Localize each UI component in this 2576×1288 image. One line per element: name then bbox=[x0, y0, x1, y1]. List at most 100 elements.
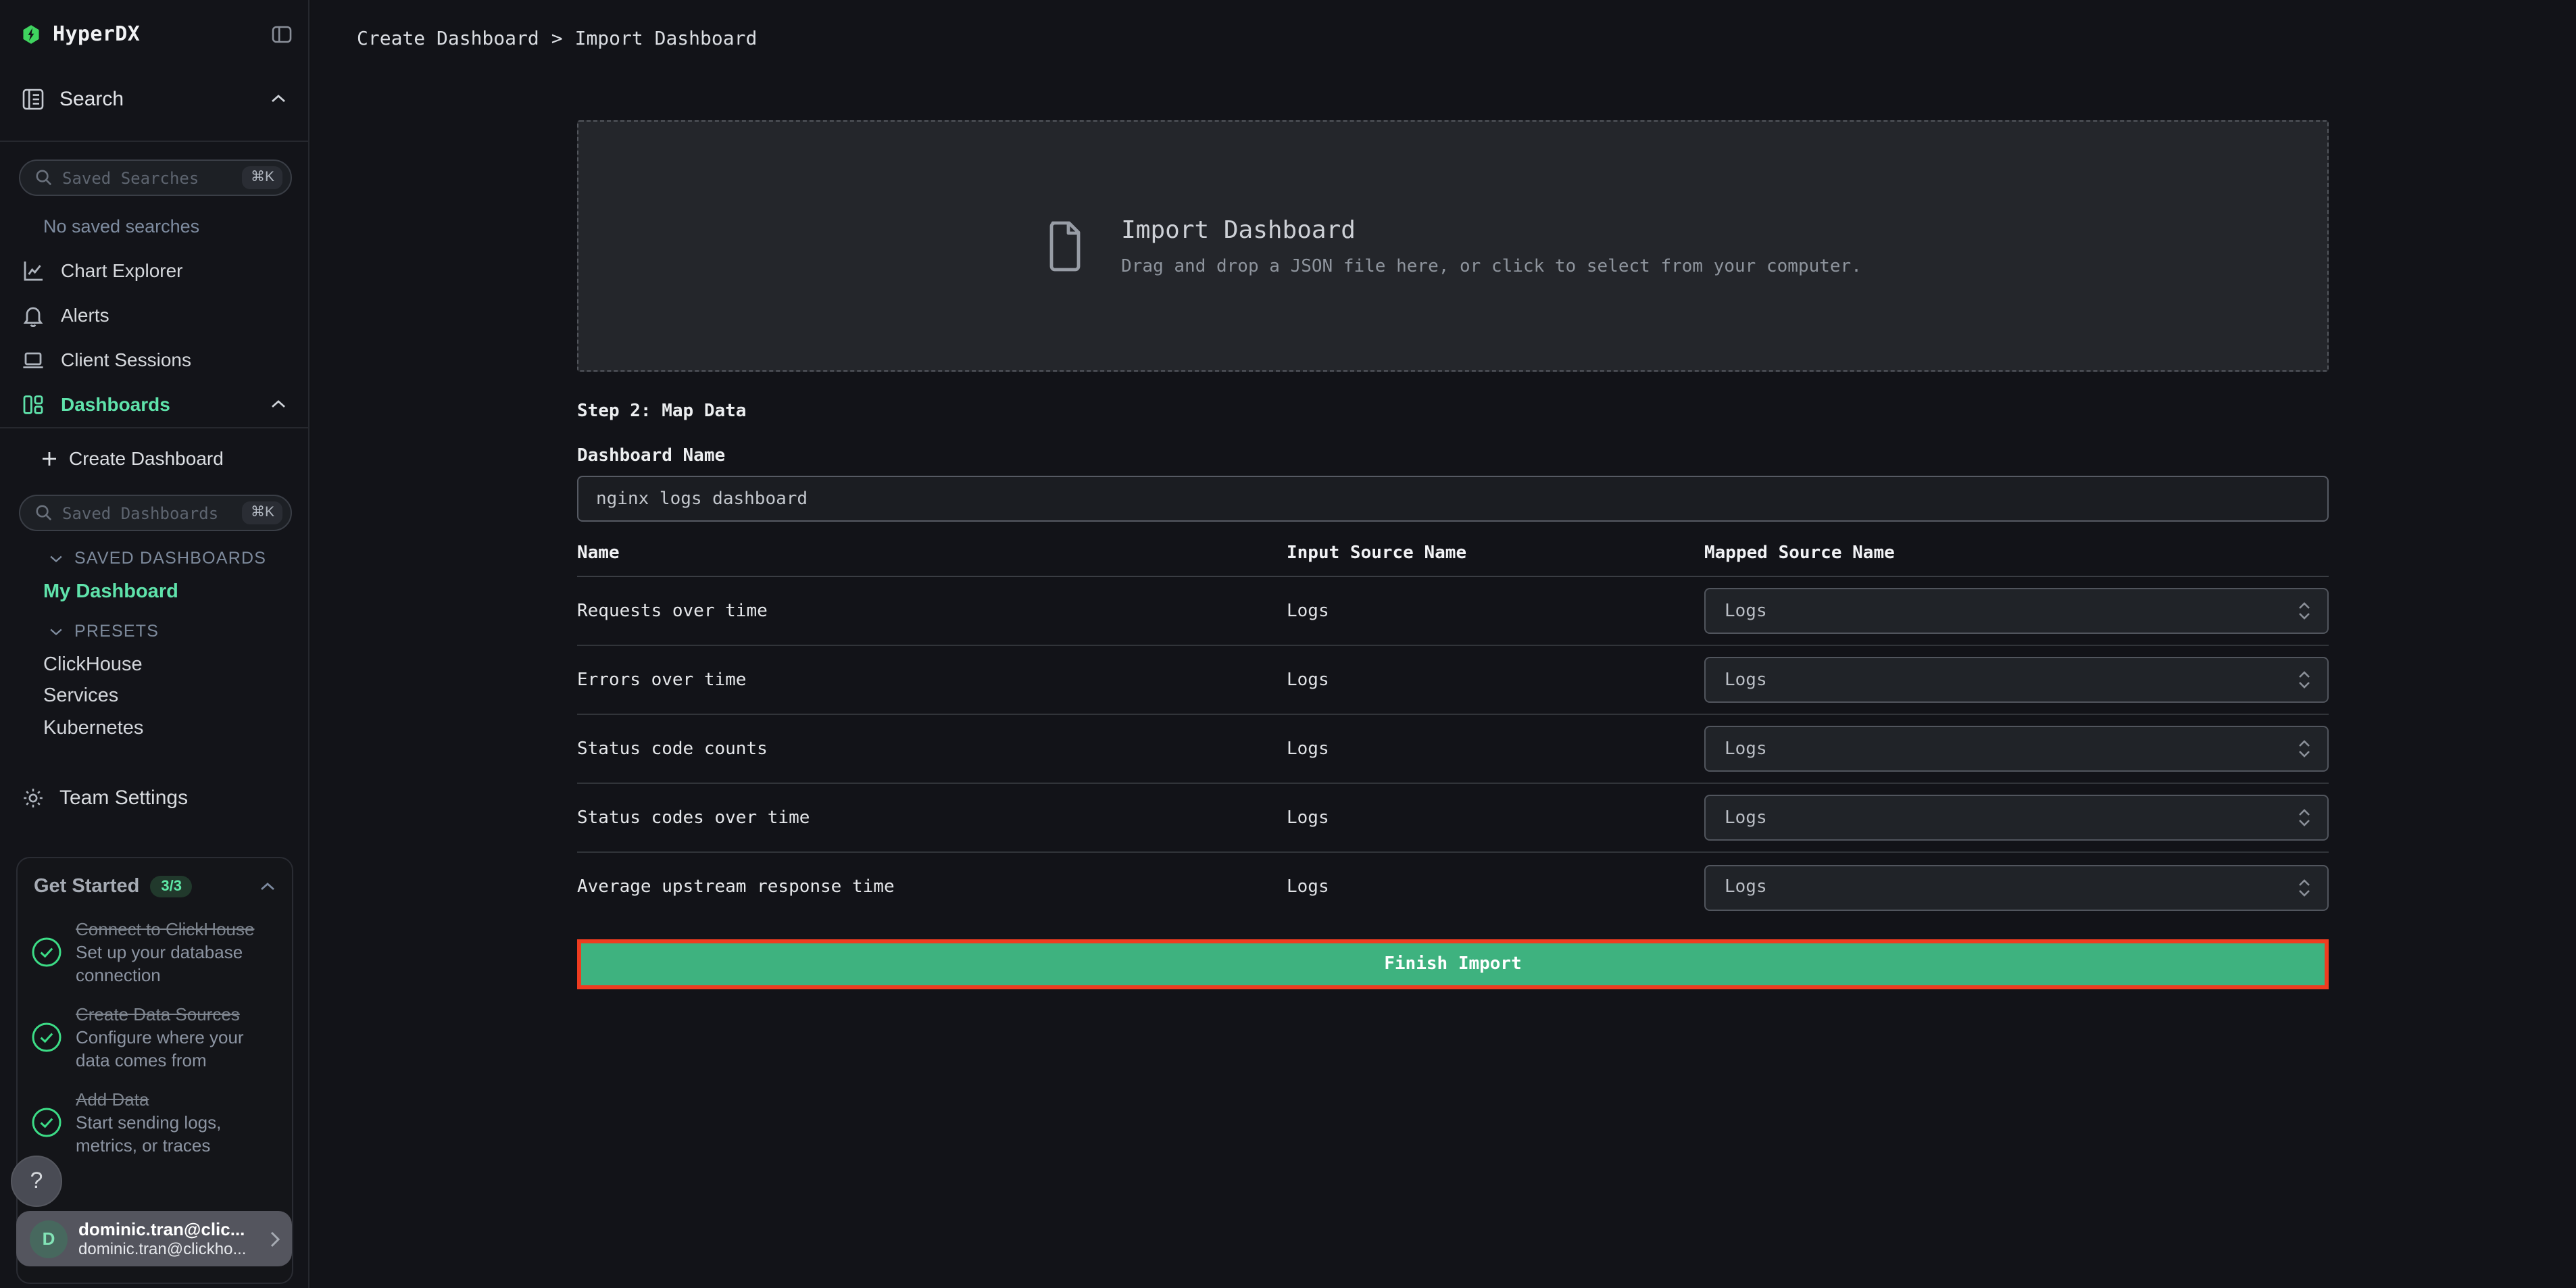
chevron-right-icon bbox=[269, 1229, 281, 1248]
get-started-item[interactable]: Create Data Sources Configure where your… bbox=[31, 1003, 278, 1073]
divider bbox=[0, 427, 308, 428]
chevron-up-icon bbox=[259, 881, 276, 892]
breadcrumb: Create Dashboard > Import Dashboard bbox=[357, 28, 757, 50]
main-area: Create Dashboard > Import Dashboard Impo… bbox=[311, 0, 2576, 1288]
chevron-up-icon bbox=[270, 93, 287, 104]
dropzone-description: Drag and drop a JSON file here, or click… bbox=[1121, 256, 1862, 276]
row-input-source: Logs bbox=[1287, 877, 1704, 897]
sidebar-collapse-button[interactable] bbox=[272, 25, 292, 43]
column-header-mapped-source: Mapped Source Name bbox=[1704, 543, 2329, 564]
row-name: Average upstream response time bbox=[577, 877, 1287, 897]
sidebar-item-label: Client Sessions bbox=[61, 349, 191, 370]
row-input-source: Logs bbox=[1287, 601, 1704, 621]
row-input-source: Logs bbox=[1287, 670, 1704, 690]
get-started-item-desc: Set up your database connection bbox=[76, 942, 273, 988]
selected-value: Logs bbox=[1725, 601, 2298, 621]
sidebar-item-label: Chart Explorer bbox=[61, 259, 183, 281]
team-settings-label: Team Settings bbox=[59, 786, 188, 809]
sidebar-item-alerts[interactable]: Alerts bbox=[0, 296, 308, 334]
sidebar-item-dashboards[interactable]: Dashboards bbox=[0, 385, 308, 423]
gear-icon bbox=[22, 786, 45, 809]
chevron-up-icon bbox=[270, 399, 287, 410]
mapping-table: Name Input Source Name Mapped Source Nam… bbox=[577, 543, 2329, 922]
row-name: Errors over time bbox=[577, 670, 1287, 690]
sidebar-item-services[interactable]: Services bbox=[43, 683, 118, 710]
table-row: Status code counts Logs Logs bbox=[577, 715, 2329, 784]
breadcrumb-import-dashboard[interactable]: Import Dashboard bbox=[575, 28, 758, 50]
section-label: PRESETS bbox=[74, 622, 159, 641]
saved-dashboards-input[interactable] bbox=[62, 503, 243, 522]
mapped-source-select[interactable]: Logs bbox=[1704, 726, 2329, 772]
mapped-source-select[interactable]: Logs bbox=[1704, 795, 2329, 841]
app-root: HyperDX Search bbox=[0, 0, 2576, 1288]
create-dashboard-button[interactable]: Create Dashboard bbox=[41, 442, 224, 474]
check-circle-icon bbox=[31, 1022, 62, 1054]
get-started-title: Get Started bbox=[34, 876, 139, 897]
get-started-item-title: Create Data Sources bbox=[76, 1004, 240, 1024]
user-email: dominic.tran@clickho... bbox=[78, 1239, 269, 1258]
hyperdx-logo-icon[interactable] bbox=[22, 24, 41, 44]
sidebar-item-kubernetes[interactable]: Kubernetes bbox=[43, 715, 143, 742]
mapped-source-select[interactable]: Logs bbox=[1704, 657, 2329, 703]
get-started-item[interactable]: Add Data Start sending logs, metrics, or… bbox=[31, 1088, 278, 1158]
logo-row: HyperDX bbox=[22, 16, 292, 51]
dashboard-name-label: Dashboard Name bbox=[577, 446, 2329, 466]
table-row: Requests over time Logs Logs bbox=[577, 577, 2329, 646]
select-arrows-icon bbox=[2298, 738, 2311, 760]
get-started-item-title: Connect to ClickHouse bbox=[76, 919, 254, 939]
row-input-source: Logs bbox=[1287, 739, 1704, 759]
dropzone-title: Import Dashboard bbox=[1121, 216, 1862, 244]
selected-value: Logs bbox=[1725, 670, 2298, 690]
get-started-progress-badge: 3/3 bbox=[150, 876, 193, 897]
sidebar: HyperDX Search bbox=[0, 0, 309, 1288]
saved-searches-input[interactable] bbox=[62, 168, 243, 187]
sidebar-item-my-dashboard[interactable]: My Dashboard bbox=[43, 578, 178, 605]
row-name: Status codes over time bbox=[577, 808, 1287, 828]
sidebar-item-label: Alerts bbox=[61, 304, 109, 326]
selected-value: Logs bbox=[1725, 739, 2298, 759]
get-started-items: Connect to ClickHouse Set up your databa… bbox=[18, 897, 292, 1158]
mapped-source-select[interactable]: Logs bbox=[1704, 588, 2329, 634]
section-label: SAVED DASHBOARDS bbox=[74, 549, 266, 568]
help-button[interactable]: ? bbox=[11, 1156, 62, 1207]
saved-dashboards-search: ⌘K bbox=[19, 495, 292, 531]
sidebar-item-team-settings[interactable]: Team Settings bbox=[0, 778, 308, 816]
sidebar-item-chart-explorer[interactable]: Chart Explorer bbox=[0, 251, 308, 289]
divider bbox=[0, 141, 308, 142]
row-name: Status code counts bbox=[577, 739, 1287, 759]
table-row: Status codes over time Logs Logs bbox=[577, 784, 2329, 853]
search-section-label: Search bbox=[59, 87, 124, 110]
select-arrows-icon bbox=[2298, 669, 2311, 691]
get-started-header[interactable]: Get Started 3/3 bbox=[18, 858, 292, 897]
table-row: Average upstream response time Logs Logs bbox=[577, 853, 2329, 922]
dashboard-name-input[interactable] bbox=[577, 476, 2329, 522]
select-arrows-icon bbox=[2298, 600, 2311, 622]
saved-searches-search: ⌘K bbox=[19, 159, 292, 196]
search-section-icon bbox=[22, 87, 45, 110]
check-circle-icon bbox=[31, 937, 62, 968]
sidebar-item-client-sessions[interactable]: Client Sessions bbox=[0, 341, 308, 378]
section-saved-dashboards[interactable]: SAVED DASHBOARDS bbox=[49, 546, 266, 570]
section-presets[interactable]: PRESETS bbox=[49, 619, 159, 643]
file-dropzone[interactable]: Import Dashboard Drag and drop a JSON fi… bbox=[577, 120, 2329, 372]
table-header-row: Name Input Source Name Mapped Source Nam… bbox=[577, 543, 2329, 577]
logo-text[interactable]: HyperDX bbox=[53, 22, 140, 46]
plus-icon bbox=[41, 449, 58, 467]
get-started-item[interactable]: Connect to ClickHouse Set up your databa… bbox=[31, 918, 278, 988]
chevron-down-icon bbox=[49, 626, 64, 636]
shortcut-badge: ⌘K bbox=[243, 501, 282, 524]
mapped-source-select[interactable]: Logs bbox=[1704, 864, 2329, 910]
laptop-icon bbox=[22, 348, 45, 371]
no-saved-searches-text: No saved searches bbox=[43, 216, 199, 237]
select-arrows-icon bbox=[2298, 807, 2311, 828]
finish-import-button[interactable]: Finish Import bbox=[577, 939, 2329, 989]
breadcrumb-create-dashboard[interactable]: Create Dashboard bbox=[357, 28, 539, 50]
search-icon bbox=[35, 504, 53, 522]
sidebar-item-clickhouse[interactable]: ClickHouse bbox=[43, 651, 143, 678]
user-menu[interactable]: D dominic.tran@clic... dominic.tran@clic… bbox=[16, 1211, 292, 1266]
get-started-item-desc: Configure where your data comes from bbox=[76, 1027, 273, 1073]
sidebar-section-search[interactable]: Search bbox=[0, 78, 308, 119]
search-icon bbox=[35, 169, 53, 187]
select-arrows-icon bbox=[2298, 876, 2311, 898]
breadcrumb-separator: > bbox=[551, 28, 563, 50]
